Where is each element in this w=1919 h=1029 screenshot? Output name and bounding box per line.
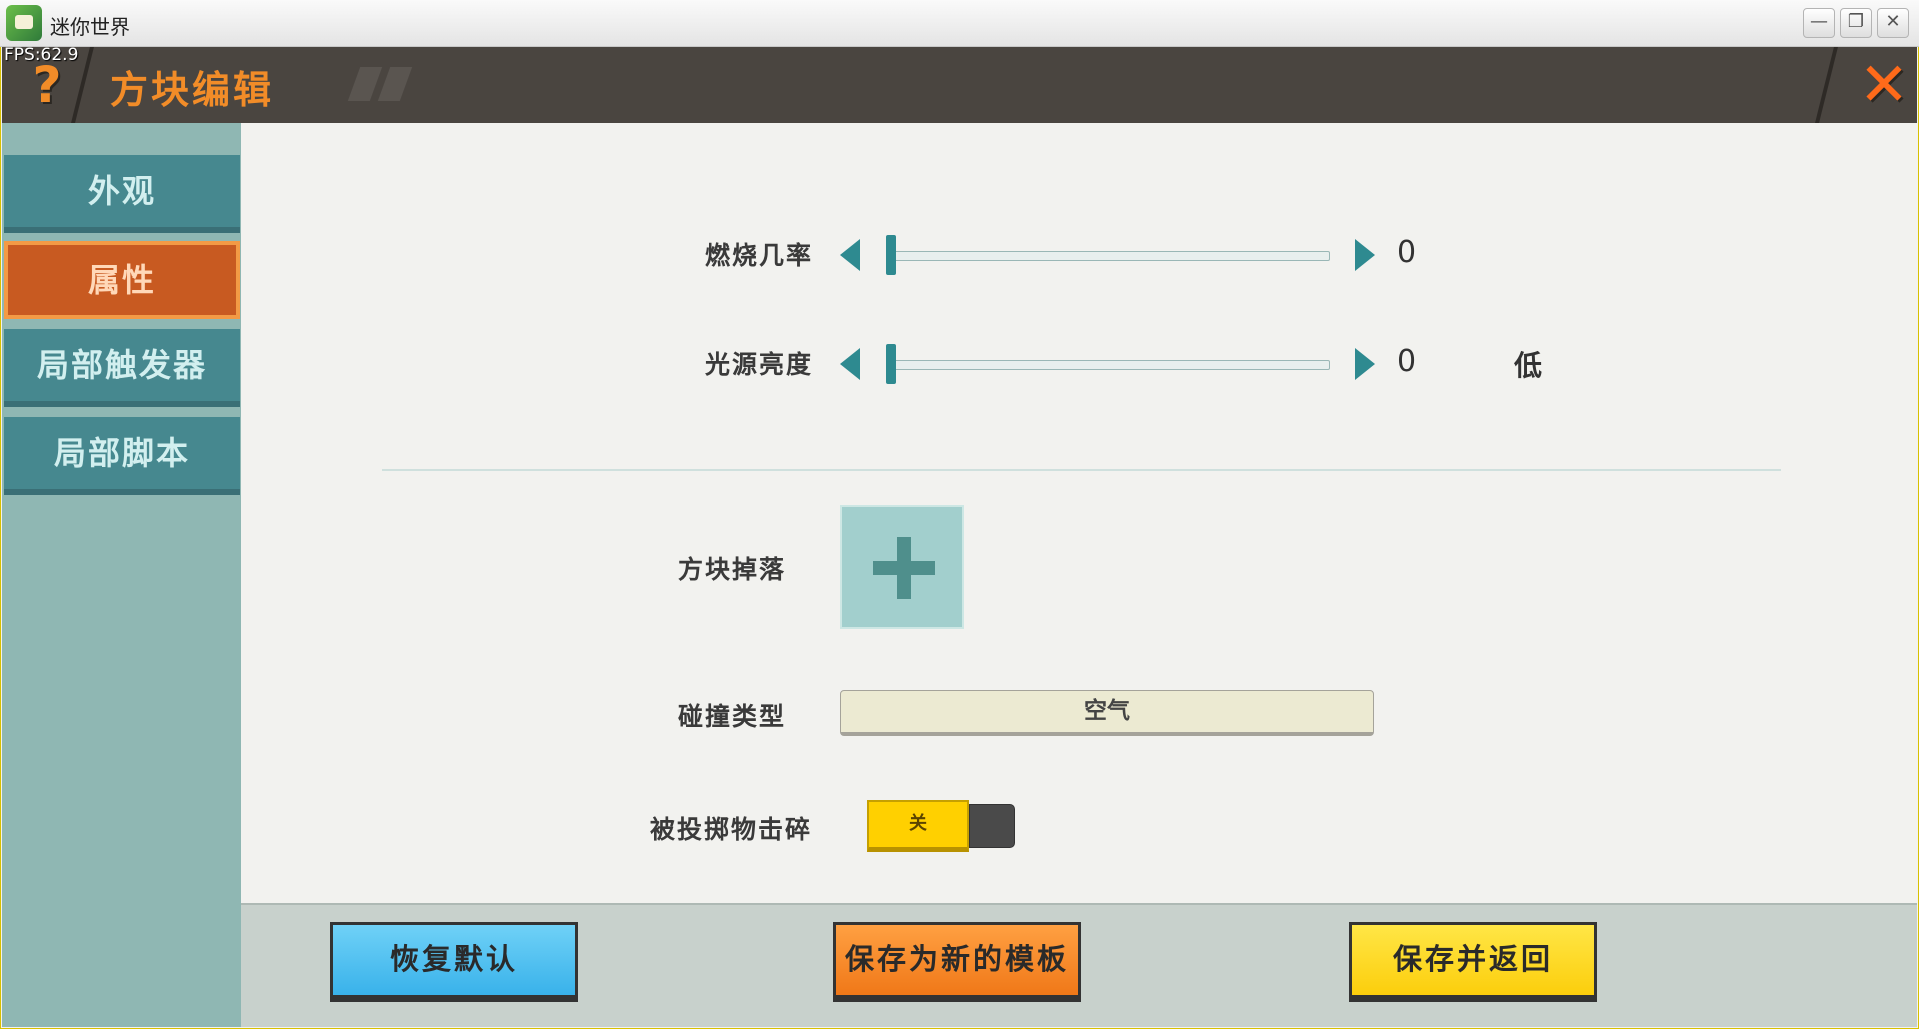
editor-header: ? 方块编辑 ✕ (2, 47, 1917, 123)
save-and-return-button[interactable]: 保存并返回 (1349, 922, 1597, 1002)
fps-counter: FPS:62.9 (4, 45, 79, 65)
save-as-template-button[interactable]: 保存为新的模板 (833, 922, 1081, 1002)
reset-default-button[interactable]: 恢复默认 (330, 922, 578, 1002)
properties-panel (241, 123, 1917, 903)
help-icon[interactable]: ? (20, 57, 74, 113)
light-level-decrease-icon[interactable] (840, 348, 860, 380)
block-drop-label: 方块掉落 (678, 555, 787, 584)
plus-icon (897, 537, 911, 599)
burn-rate-label: 燃烧几率 (705, 241, 814, 270)
os-title-bar: 迷你世界 — ❐ ✕ (0, 0, 1919, 47)
toggle-track (969, 804, 1015, 848)
header-divider (1814, 47, 1838, 123)
close-icon[interactable]: ✕ (1856, 55, 1912, 115)
sidebar-item-properties[interactable]: 属性 (4, 241, 240, 319)
header-decoration (347, 67, 383, 101)
burn-rate-slider-handle[interactable] (886, 235, 896, 275)
projectile-break-toggle[interactable]: 关 (867, 800, 1017, 852)
app-icon (6, 5, 42, 41)
section-divider (382, 469, 1781, 471)
restore-button[interactable]: ❐ (1840, 8, 1872, 38)
light-level-value: 0 (1397, 344, 1417, 379)
light-level-slider-track[interactable] (888, 360, 1330, 370)
collision-type-select[interactable]: 空气 (840, 690, 1374, 736)
light-level-text: 低 (1514, 349, 1543, 382)
burn-rate-increase-icon[interactable] (1355, 239, 1375, 271)
sidebar-item-appearance[interactable]: 外观 (4, 155, 240, 233)
collision-type-label: 碰撞类型 (678, 702, 787, 731)
sidebar: 外观 属性 局部触发器 局部脚本 (2, 123, 241, 1027)
window-close-button[interactable]: ✕ (1877, 8, 1909, 38)
header-decoration (377, 67, 413, 101)
toggle-state-label: 关 (867, 800, 969, 852)
projectile-break-label: 被投掷物击碎 (650, 815, 813, 844)
burn-rate-slider-track[interactable] (888, 251, 1330, 261)
page-title: 方块编辑 (110, 68, 275, 112)
sidebar-item-local-scripts[interactable]: 局部脚本 (4, 417, 240, 495)
light-level-slider-handle[interactable] (886, 344, 896, 384)
add-drop-button[interactable] (840, 505, 964, 629)
burn-rate-value: 0 (1397, 235, 1417, 270)
sidebar-item-local-triggers[interactable]: 局部触发器 (4, 329, 240, 407)
light-level-increase-icon[interactable] (1355, 348, 1375, 380)
minimize-button[interactable]: — (1803, 8, 1835, 38)
light-level-label: 光源亮度 (705, 350, 814, 379)
burn-rate-decrease-icon[interactable] (840, 239, 860, 271)
window-title: 迷你世界 (50, 15, 130, 39)
